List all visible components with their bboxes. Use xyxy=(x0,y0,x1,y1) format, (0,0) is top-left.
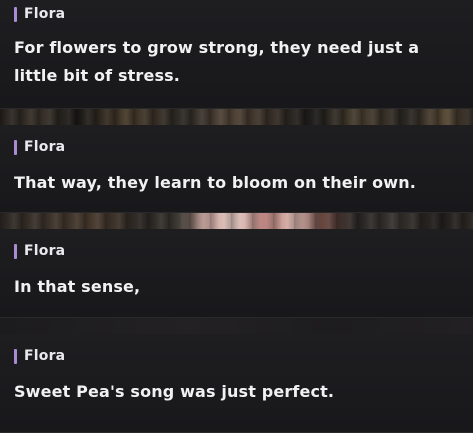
dialogue-entry: Flora In that sense, xyxy=(0,229,473,318)
speaker-accent-bar xyxy=(14,348,17,364)
dialogue-text: That way, they learn to bloom on their o… xyxy=(14,173,416,192)
speaker-tag: Flora xyxy=(14,346,473,366)
speaker-name: Flora xyxy=(24,139,66,155)
speaker-accent-bar xyxy=(14,243,17,259)
background-scene-strip xyxy=(0,109,473,125)
dialogue-text: For flowers to grow strong, they need ju… xyxy=(14,38,420,85)
background-scene-strip xyxy=(0,318,473,334)
dialogue-text: In that sense, xyxy=(14,277,141,296)
dialogue-entry: Flora That way, they learn to bloom on t… xyxy=(0,125,473,213)
speaker-accent-bar xyxy=(14,139,17,155)
speaker-name: Flora xyxy=(24,348,66,364)
speaker-tag: Flora xyxy=(14,4,473,24)
dialogue-entry: Flora Sweet Pea's song was just perfect. xyxy=(0,334,473,433)
speaker-name: Flora xyxy=(24,243,66,259)
background-scene-strip xyxy=(0,213,473,229)
dialogue-log[interactable]: Flora For flowers to grow strong, they n… xyxy=(0,0,473,433)
speaker-tag: Flora xyxy=(14,137,473,157)
speaker-name: Flora xyxy=(24,6,66,22)
speaker-accent-bar xyxy=(14,6,17,22)
speaker-tag: Flora xyxy=(14,241,473,261)
dialogue-entry: Flora For flowers to grow strong, they n… xyxy=(0,0,473,109)
dialogue-text: Sweet Pea's song was just perfect. xyxy=(14,382,335,401)
